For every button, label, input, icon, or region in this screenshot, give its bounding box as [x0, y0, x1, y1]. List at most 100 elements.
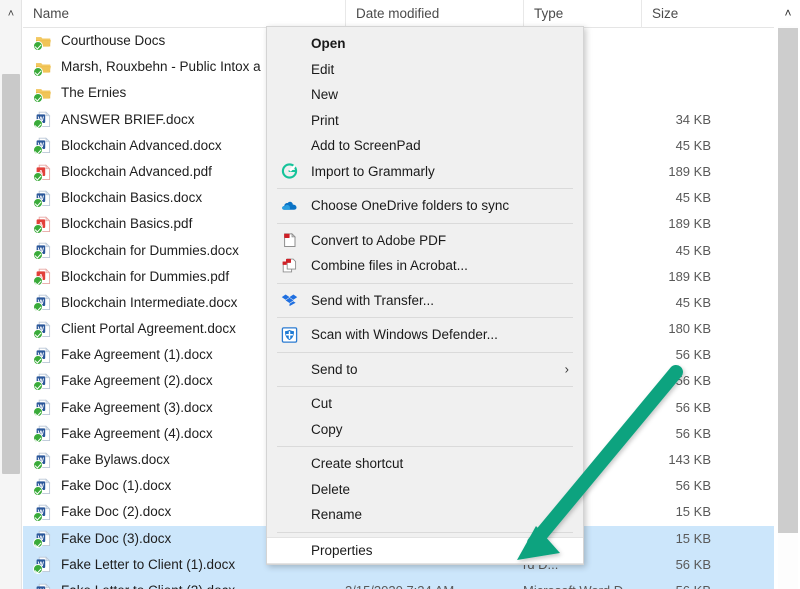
file-name-cell[interactable]: WBlockchain Intermediate.docx [23, 290, 237, 316]
file-name-cell[interactable]: WBlockchain Advanced.docx [23, 133, 222, 159]
page-scrollbar-left[interactable]: ˄ [0, 0, 22, 589]
file-name-label: Fake Doc (3).docx [61, 526, 171, 552]
menu-item-delete[interactable]: Delete [267, 477, 583, 503]
onedrive-sync-check-icon [33, 172, 43, 182]
file-name-cell[interactable]: WFake Letter to Client (2).docx [23, 578, 235, 589]
context-menu: Open EditNew Print Add to ScreenPadImport t… [266, 26, 584, 565]
file-name-label: Fake Agreement (1).docx [61, 342, 213, 368]
folder-icon [35, 33, 52, 50]
column-header-type[interactable]: Type [523, 0, 641, 28]
file-size-cell [623, 28, 711, 54]
menu-item-label: Choose OneDrive folders to sync [311, 198, 509, 213]
menu-item-choose-onedrive-folders-to-sync[interactable]: Choose OneDrive folders to sync [267, 193, 583, 219]
menu-item-label: Rename [311, 507, 362, 522]
file-name-cell[interactable]: WFake Agreement (4).docx [23, 421, 213, 447]
windows-defender-icon [281, 326, 298, 343]
menu-item-print[interactable]: Print [267, 108, 583, 134]
file-size-cell: 56 KB [623, 368, 711, 394]
menu-item-open[interactable]: Open [267, 31, 583, 57]
onedrive-sync-check-icon [33, 93, 43, 103]
file-size-cell [623, 54, 711, 80]
pdf-doc-icon: A [35, 164, 52, 181]
file-name-cell[interactable]: WFake Doc (2).docx [23, 499, 171, 525]
file-name-cell[interactable]: ABlockchain Basics.pdf [23, 211, 192, 237]
onedrive-sync-check-icon [33, 41, 43, 51]
file-name-label: Blockchain Advanced.pdf [61, 159, 212, 185]
dropbox-icon [281, 292, 298, 309]
menu-item-label: Combine files in Acrobat... [311, 258, 468, 273]
menu-item-new[interactable]: New [267, 82, 583, 108]
file-name-label: Fake Agreement (3).docx [61, 395, 213, 421]
file-row[interactable]: WFake Letter to Client (2).docx2/15/2020… [23, 578, 774, 589]
menu-separator [277, 223, 573, 224]
word-doc-icon: W [35, 504, 52, 521]
file-size-cell: 45 KB [623, 290, 711, 316]
word-doc-icon: W [35, 452, 52, 469]
scroll-up-caret-left-icon[interactable]: ˄ [0, 0, 22, 28]
grammarly-icon [281, 163, 298, 180]
menu-item-copy[interactable]: Copy [267, 417, 583, 443]
word-doc-icon: W [35, 111, 52, 128]
file-name-cell[interactable]: A Blockchain Advanced.pdf [23, 159, 212, 185]
file-name-cell[interactable]: WFake Agreement (2).docx [23, 368, 213, 394]
scroll-up-caret-right-icon[interactable]: ˄ [778, 0, 798, 26]
menu-item-rename[interactable]: Rename [267, 502, 583, 528]
file-size-cell [623, 80, 711, 106]
file-size-cell: 143 KB [623, 447, 711, 473]
file-name-cell[interactable]: The Ernies [23, 80, 126, 106]
menu-item-create-shortcut[interactable]: Create shortcut [267, 451, 583, 477]
menu-separator [277, 446, 573, 447]
file-name-cell[interactable]: W Fake Doc (3).docx [23, 526, 171, 552]
file-name-cell[interactable]: WBlockchain Basics.docx [23, 185, 202, 211]
word-doc-icon: W [35, 294, 52, 311]
adobe-combine-icon [281, 257, 298, 274]
file-size-cell: 15 KB [623, 526, 711, 552]
menu-separator [277, 283, 573, 284]
pdf-doc-icon: A [35, 216, 52, 233]
onedrive-cloud-icon [281, 197, 298, 214]
file-name-cell[interactable]: WANSWER BRIEF.docx [23, 107, 195, 133]
file-size-cell: 45 KB [623, 133, 711, 159]
word-doc-icon: W [35, 530, 52, 547]
word-doc-icon: W [35, 399, 52, 416]
pdf-doc-icon: A [35, 268, 52, 285]
word-doc-icon: W [35, 583, 52, 589]
menu-item-edit[interactable]: Edit [267, 57, 583, 83]
column-header-date-modified[interactable]: Date modified [345, 0, 523, 28]
menu-separator [277, 352, 573, 353]
page-scrollbar-right[interactable]: ˄ [774, 0, 800, 589]
menu-item-import-to-grammarly[interactable]: Import to Grammarly [267, 159, 583, 185]
file-name-cell[interactable]: WFake Agreement (1).docx [23, 342, 213, 368]
onedrive-sync-check-icon [33, 67, 43, 77]
menu-item-combine-files-in-acrobat[interactable]: Combine files in Acrobat... [267, 253, 583, 279]
menu-item-label: Cut [311, 396, 332, 411]
folder-icon [35, 85, 52, 102]
menu-item-send-with-transfer[interactable]: Send with Transfer... [267, 288, 583, 314]
file-size-cell: 56 KB [623, 552, 711, 578]
menu-item-properties[interactable]: Properties [267, 537, 583, 564]
file-name-cell[interactable]: Courthouse Docs [23, 28, 165, 54]
file-name-cell[interactable]: WFake Doc (1).docx [23, 473, 171, 499]
file-name-cell[interactable]: W Fake Agreement (3).docx [23, 395, 213, 421]
menu-item-cut[interactable]: Cut [267, 391, 583, 417]
column-header-size[interactable]: Size [641, 0, 751, 28]
menu-item-send-to[interactable]: Send to› [267, 357, 583, 383]
file-name-label: Blockchain for Dummies.docx [61, 238, 239, 264]
file-name-cell[interactable]: Marsh, Rouxbehn - Public Intox a [23, 54, 261, 80]
menu-item-label: Print [311, 113, 339, 128]
scrollbar-thumb-right[interactable] [778, 28, 798, 533]
file-name-cell[interactable]: WFake Letter to Client (1).docx [23, 552, 235, 578]
file-name-cell[interactable]: WBlockchain for Dummies.docx [23, 238, 239, 264]
column-header-name[interactable]: Name [23, 0, 345, 28]
menu-item-scan-with-windows-defender[interactable]: Scan with Windows Defender... [267, 322, 583, 348]
file-size-cell: 189 KB [623, 211, 711, 237]
file-name-cell[interactable]: WClient Portal Agreement.docx [23, 316, 236, 342]
file-name-label: Fake Doc (1).docx [61, 473, 171, 499]
file-name-cell[interactable]: ABlockchain for Dummies.pdf [23, 264, 229, 290]
menu-item-add-to-screenpad[interactable]: Add to ScreenPad [267, 133, 583, 159]
menu-item-label: Open [311, 36, 346, 51]
file-name-cell[interactable]: WFake Bylaws.docx [23, 447, 170, 473]
onedrive-sync-check-icon [33, 355, 43, 365]
menu-item-convert-to-adobe-pdf[interactable]: Convert to Adobe PDF [267, 228, 583, 254]
scrollbar-thumb-left[interactable] [2, 74, 20, 474]
